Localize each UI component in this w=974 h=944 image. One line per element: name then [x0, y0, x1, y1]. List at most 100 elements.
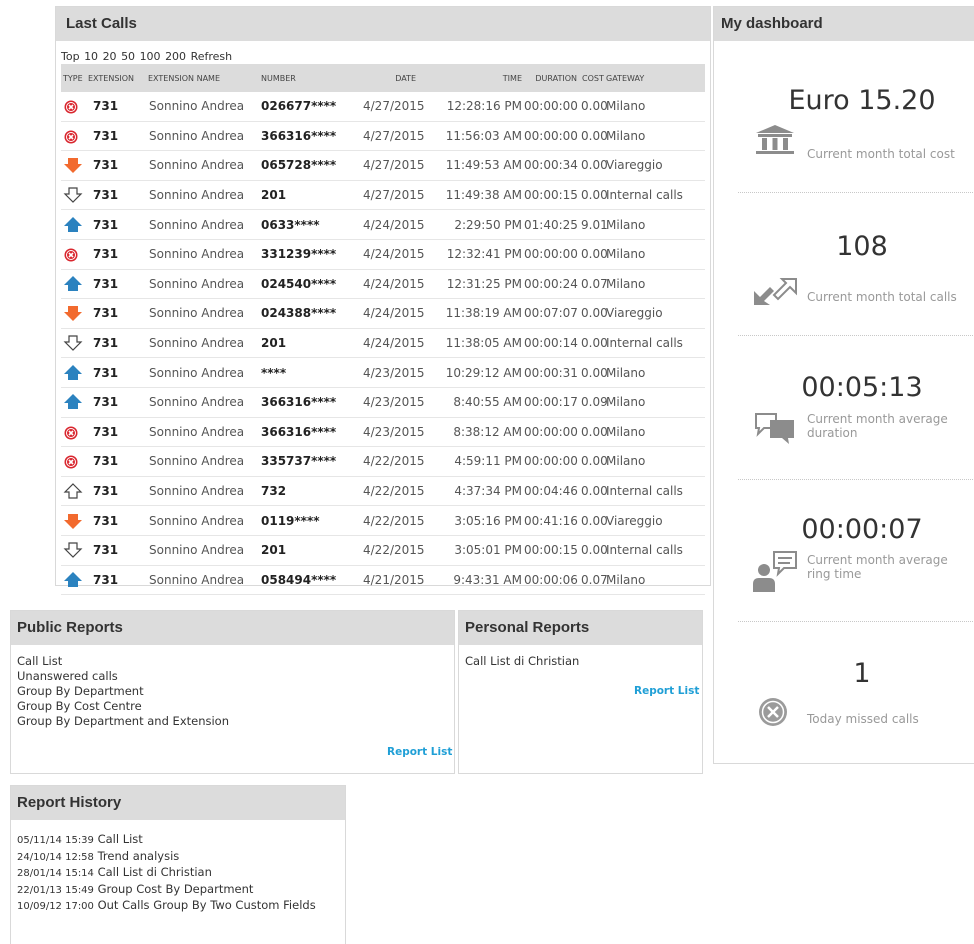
table-row[interactable]: 731 Sonnino Andrea 331239**** 4/24/2015 12:3…	[61, 239, 705, 270]
cell-extension: 731	[88, 417, 146, 448]
top-20-link[interactable]: 20	[103, 50, 117, 63]
cell-duration: 00:00:34	[524, 150, 579, 181]
col-number: NUMBER	[259, 64, 361, 92]
cell-number: 201	[259, 535, 361, 566]
cell-number: 024388****	[259, 298, 361, 329]
col-date: DATE	[361, 64, 431, 92]
person-chat-icon	[752, 548, 798, 598]
refresh-link[interactable]: Refresh	[191, 50, 233, 63]
outgoing-call-icon	[63, 571, 83, 588]
cell-extension-name: Sonnino Andrea	[146, 92, 259, 122]
history-item[interactable]: 24/10/14 12:58 Trend analysis	[17, 849, 345, 866]
report-item[interactable]: Unanswered calls	[17, 669, 454, 684]
cell-gateway: Milano	[606, 239, 705, 270]
cell-extension-name: Sonnino Andrea	[146, 209, 259, 240]
cell-cost: 0.09	[579, 387, 608, 418]
top-100-link[interactable]: 100	[140, 50, 161, 63]
table-row[interactable]: 731 Sonnino Andrea 335737**** 4/22/2015 4:59…	[61, 446, 705, 477]
table-row[interactable]: 731 Sonnino Andrea 201 4/22/2015 3:05:01 PM 0…	[61, 535, 705, 566]
cell-number: 026677****	[259, 92, 361, 122]
history-report-name: Trend analysis	[97, 848, 180, 863]
cell-duration: 00:00:00	[524, 92, 579, 122]
cell-duration: 00:00:06	[524, 565, 579, 596]
top-label: Top	[61, 50, 80, 63]
cell-date: 4/22/2015	[361, 446, 431, 477]
internal-incoming-icon	[63, 335, 83, 351]
report-item[interactable]: Call List	[17, 654, 454, 669]
top-50-link[interactable]: 50	[121, 50, 135, 63]
table-row[interactable]: 731 Sonnino Andrea 366316**** 4/23/2015 8:40…	[61, 387, 705, 418]
report-item[interactable]: Group By Cost Centre	[17, 699, 454, 714]
table-row[interactable]: 731 Sonnino Andrea **** 4/23/2015 10:29:12 A…	[61, 357, 705, 388]
table-row[interactable]: 731 Sonnino Andrea 058494**** 4/21/2015 9:43…	[61, 565, 705, 596]
cell-extension: 731	[88, 92, 146, 122]
cell-number: 065728****	[259, 150, 361, 181]
history-item[interactable]: 22/01/13 15:49 Group Cost By Department	[17, 882, 345, 899]
table-row[interactable]: 731 Sonnino Andrea 065728**** 4/27/2015 11:4…	[61, 150, 705, 181]
public-report-list-link[interactable]: Report List	[387, 746, 452, 758]
missed-call-icon	[63, 246, 83, 262]
cell-number: 366316****	[259, 417, 361, 448]
cell-gateway: Milano	[606, 209, 705, 240]
table-row[interactable]: 731 Sonnino Andrea 732 4/22/2015 4:37:34 PM 0…	[61, 476, 705, 507]
personal-report-list-link[interactable]: Report List	[634, 685, 699, 697]
table-row[interactable]: 731 Sonnino Andrea 026677**** 4/27/2015 12:2…	[61, 92, 705, 122]
history-item[interactable]: 28/01/14 15:14 Call List di Christian	[17, 865, 345, 882]
cell-extension: 731	[88, 239, 146, 270]
dashboard-title: My dashboard	[714, 7, 974, 41]
incoming-call-icon	[63, 513, 83, 529]
table-row[interactable]: 731 Sonnino Andrea 024540**** 4/24/2015 12:3…	[61, 269, 705, 300]
cell-cost: 0.00	[579, 417, 608, 448]
table-row[interactable]: 731 Sonnino Andrea 366316**** 4/27/2015 11:5…	[61, 121, 705, 152]
top-200-link[interactable]: 200	[165, 50, 186, 63]
cell-gateway: Internal calls	[606, 476, 705, 507]
cell-extension: 731	[88, 565, 146, 596]
history-item[interactable]: 05/11/14 15:39 Call List	[17, 832, 345, 849]
table-row[interactable]: 731 Sonnino Andrea 366316**** 4/23/2015 8:38…	[61, 417, 705, 448]
cell-number: 732	[259, 476, 361, 507]
col-time: TIME	[431, 64, 524, 92]
missed-call-icon	[63, 128, 83, 144]
history-item[interactable]: 10/09/12 17:00 Out Calls Group By Two Cu…	[17, 898, 345, 915]
report-item[interactable]: Group By Department and Extension	[17, 714, 454, 729]
cell-time: 11:56:03 AM	[431, 121, 524, 152]
cell-duration: 00:00:31	[524, 357, 579, 388]
cell-time: 8:38:12 AM	[431, 417, 524, 448]
cell-extension-name: Sonnino Andrea	[146, 298, 259, 329]
cell-date: 4/23/2015	[361, 357, 431, 388]
internal-outgoing-icon	[63, 483, 83, 499]
report-item[interactable]: Group By Department	[17, 684, 454, 699]
kpi-label: Current month total calls	[807, 290, 957, 304]
last-calls-title: Last Calls	[56, 7, 710, 41]
table-row[interactable]: 731 Sonnino Andrea 024388**** 4/24/2015 11:3…	[61, 298, 705, 329]
dashboard-panel: My dashboard Euro 15.20 Current month to…	[713, 6, 974, 764]
cell-date: 4/24/2015	[361, 269, 431, 300]
col-type: TYPE	[61, 64, 88, 92]
table-row[interactable]: 731 Sonnino Andrea 0119**** 4/22/2015 3:05:1…	[61, 505, 705, 536]
cell-cost: 0.00	[579, 357, 608, 388]
public-reports-list: Call List Unanswered calls Group By Depa…	[17, 654, 454, 729]
cell-time: 3:05:01 PM	[431, 535, 524, 566]
table-row[interactable]: 731 Sonnino Andrea 201 4/24/2015 11:38:05 AM…	[61, 328, 705, 359]
cell-cost: 0.00	[579, 298, 608, 329]
cell-time: 11:38:19 AM	[431, 298, 524, 329]
cell-duration: 00:00:14	[524, 328, 579, 359]
top-10-link[interactable]: 10	[84, 50, 98, 63]
cell-date: 4/21/2015	[361, 565, 431, 596]
table-row[interactable]: 731 Sonnino Andrea 201 4/27/2015 11:49:38 AM…	[61, 180, 705, 211]
cell-extension-name: Sonnino Andrea	[146, 357, 259, 388]
history-timestamp: 05/11/14 15:39	[17, 835, 94, 846]
divider	[738, 479, 974, 480]
cell-duration: 00:04:46	[524, 476, 579, 507]
outgoing-call-icon	[63, 394, 83, 410]
call-arrows-icon	[752, 277, 798, 311]
report-item[interactable]: Call List di Christian	[465, 654, 702, 669]
calls-header-row: TYPE EXTENSION EXTENSION NAME NUMBER DAT…	[61, 64, 705, 92]
cell-number: 331239****	[259, 239, 361, 270]
cell-date: 4/27/2015	[361, 150, 431, 181]
table-row[interactable]: 731 Sonnino Andrea 0633**** 4/24/2015 2:29:5…	[61, 209, 705, 240]
cell-extension: 731	[88, 180, 146, 211]
cell-number: 0633****	[259, 209, 361, 240]
cell-time: 4:37:34 PM	[431, 476, 524, 507]
cell-cost: 0.00	[579, 121, 608, 152]
